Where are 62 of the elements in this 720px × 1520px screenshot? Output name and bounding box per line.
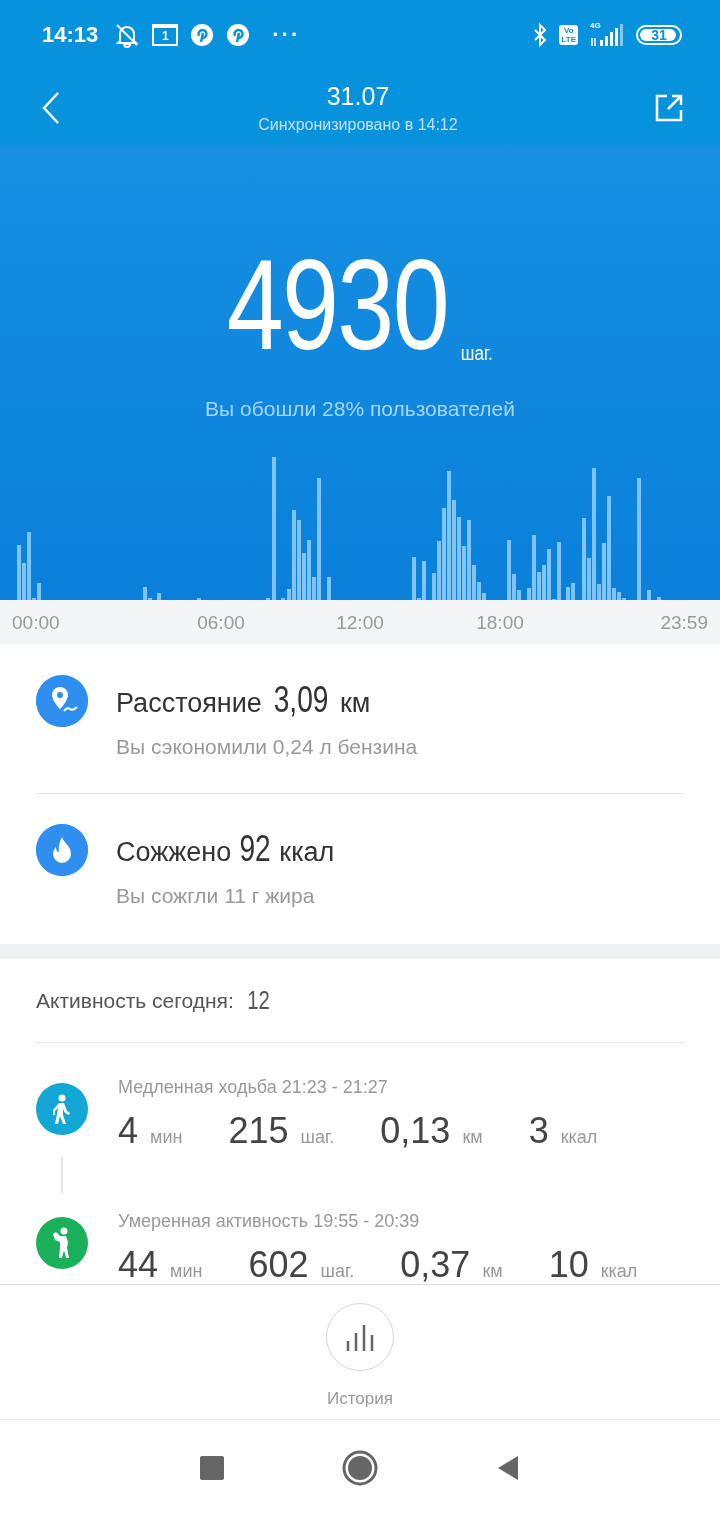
share-button[interactable] bbox=[654, 92, 684, 123]
stat-value: 0,13 bbox=[380, 1110, 451, 1152]
stat-unit: ккал bbox=[600, 1261, 638, 1282]
summary-note: Вы сэкономили 0,24 л бензина bbox=[116, 735, 418, 759]
pin-app-icon bbox=[226, 23, 251, 47]
activity-count: 12 bbox=[246, 985, 270, 1016]
stat-value: 215 bbox=[228, 1110, 289, 1152]
axis-label: 23:59 bbox=[660, 612, 708, 634]
stretching-figure-icon bbox=[53, 1227, 69, 1258]
stat-value: 44 bbox=[118, 1244, 159, 1284]
step-bar bbox=[327, 577, 331, 600]
bluetooth-icon bbox=[533, 23, 548, 47]
activity-title: Умеренная активность 19:55 - 20:39 bbox=[118, 1211, 421, 1232]
step-bar bbox=[647, 590, 651, 600]
summary-unit: км bbox=[339, 688, 371, 719]
step-count: 4930 bbox=[226, 241, 448, 369]
stat-unit: ккал bbox=[560, 1127, 598, 1148]
volte-icon: Vo LTE bbox=[559, 25, 578, 45]
sync-status: Синхронизировано в 14:12 bbox=[258, 115, 458, 134]
summary-value: 3,09 bbox=[273, 679, 329, 721]
battery-icon: 31 bbox=[636, 25, 682, 45]
stat-unit: км bbox=[482, 1261, 503, 1282]
comparison-text: Вы обошли 28% пользователей bbox=[205, 397, 515, 421]
triangle-icon bbox=[496, 1454, 520, 1481]
axis-label: 06:00 bbox=[197, 612, 245, 634]
axis-label: 12:00 bbox=[336, 612, 384, 634]
flame-icon bbox=[36, 824, 88, 876]
summary-unit: ккал bbox=[279, 837, 335, 868]
pin-app-icon bbox=[190, 23, 215, 47]
back-button[interactable] bbox=[40, 90, 62, 125]
summary-label: Расстояние bbox=[116, 688, 262, 719]
step-bar bbox=[657, 597, 661, 600]
summary-label: Сожжено bbox=[116, 837, 232, 868]
stat-unit: мин bbox=[150, 1127, 183, 1148]
stat-unit: км bbox=[462, 1127, 483, 1148]
stat-value: 0,37 bbox=[400, 1244, 471, 1284]
stat-value: 4 bbox=[118, 1110, 139, 1152]
axis-label: 18:00 bbox=[476, 612, 524, 634]
step-bar bbox=[157, 593, 161, 600]
summary-note: Вы сожгли 11 г жира bbox=[116, 884, 316, 908]
bar-chart-icon bbox=[345, 1323, 375, 1351]
square-icon bbox=[200, 1455, 224, 1480]
location-pin-icon bbox=[36, 675, 88, 727]
muted-bell-icon bbox=[114, 22, 141, 48]
activity-title: Медленная ходьба 21:23 - 21:27 bbox=[118, 1077, 389, 1098]
stat-value: 10 bbox=[548, 1244, 589, 1284]
circle-icon bbox=[342, 1449, 378, 1486]
more-notifications: ··· bbox=[272, 22, 301, 48]
status-time: 14:13 bbox=[42, 22, 99, 48]
stat-unit: шаг. bbox=[320, 1261, 355, 1282]
activity-label: Активность сегодня: bbox=[36, 988, 234, 1013]
summary-value: 92 bbox=[239, 828, 271, 870]
calendar-icon: 1 bbox=[152, 24, 179, 46]
history-label: История bbox=[327, 1389, 393, 1409]
stat-value: 3 bbox=[528, 1110, 549, 1152]
stat-value: 602 bbox=[248, 1244, 309, 1284]
steps-unit: шаг. bbox=[460, 342, 493, 365]
axis-label: 00:00 bbox=[12, 612, 60, 634]
walking-figure-icon bbox=[53, 1094, 70, 1124]
stat-unit: шаг. bbox=[300, 1127, 335, 1148]
stat-unit: мин bbox=[170, 1261, 203, 1282]
date-title: 31.07 bbox=[326, 81, 390, 111]
